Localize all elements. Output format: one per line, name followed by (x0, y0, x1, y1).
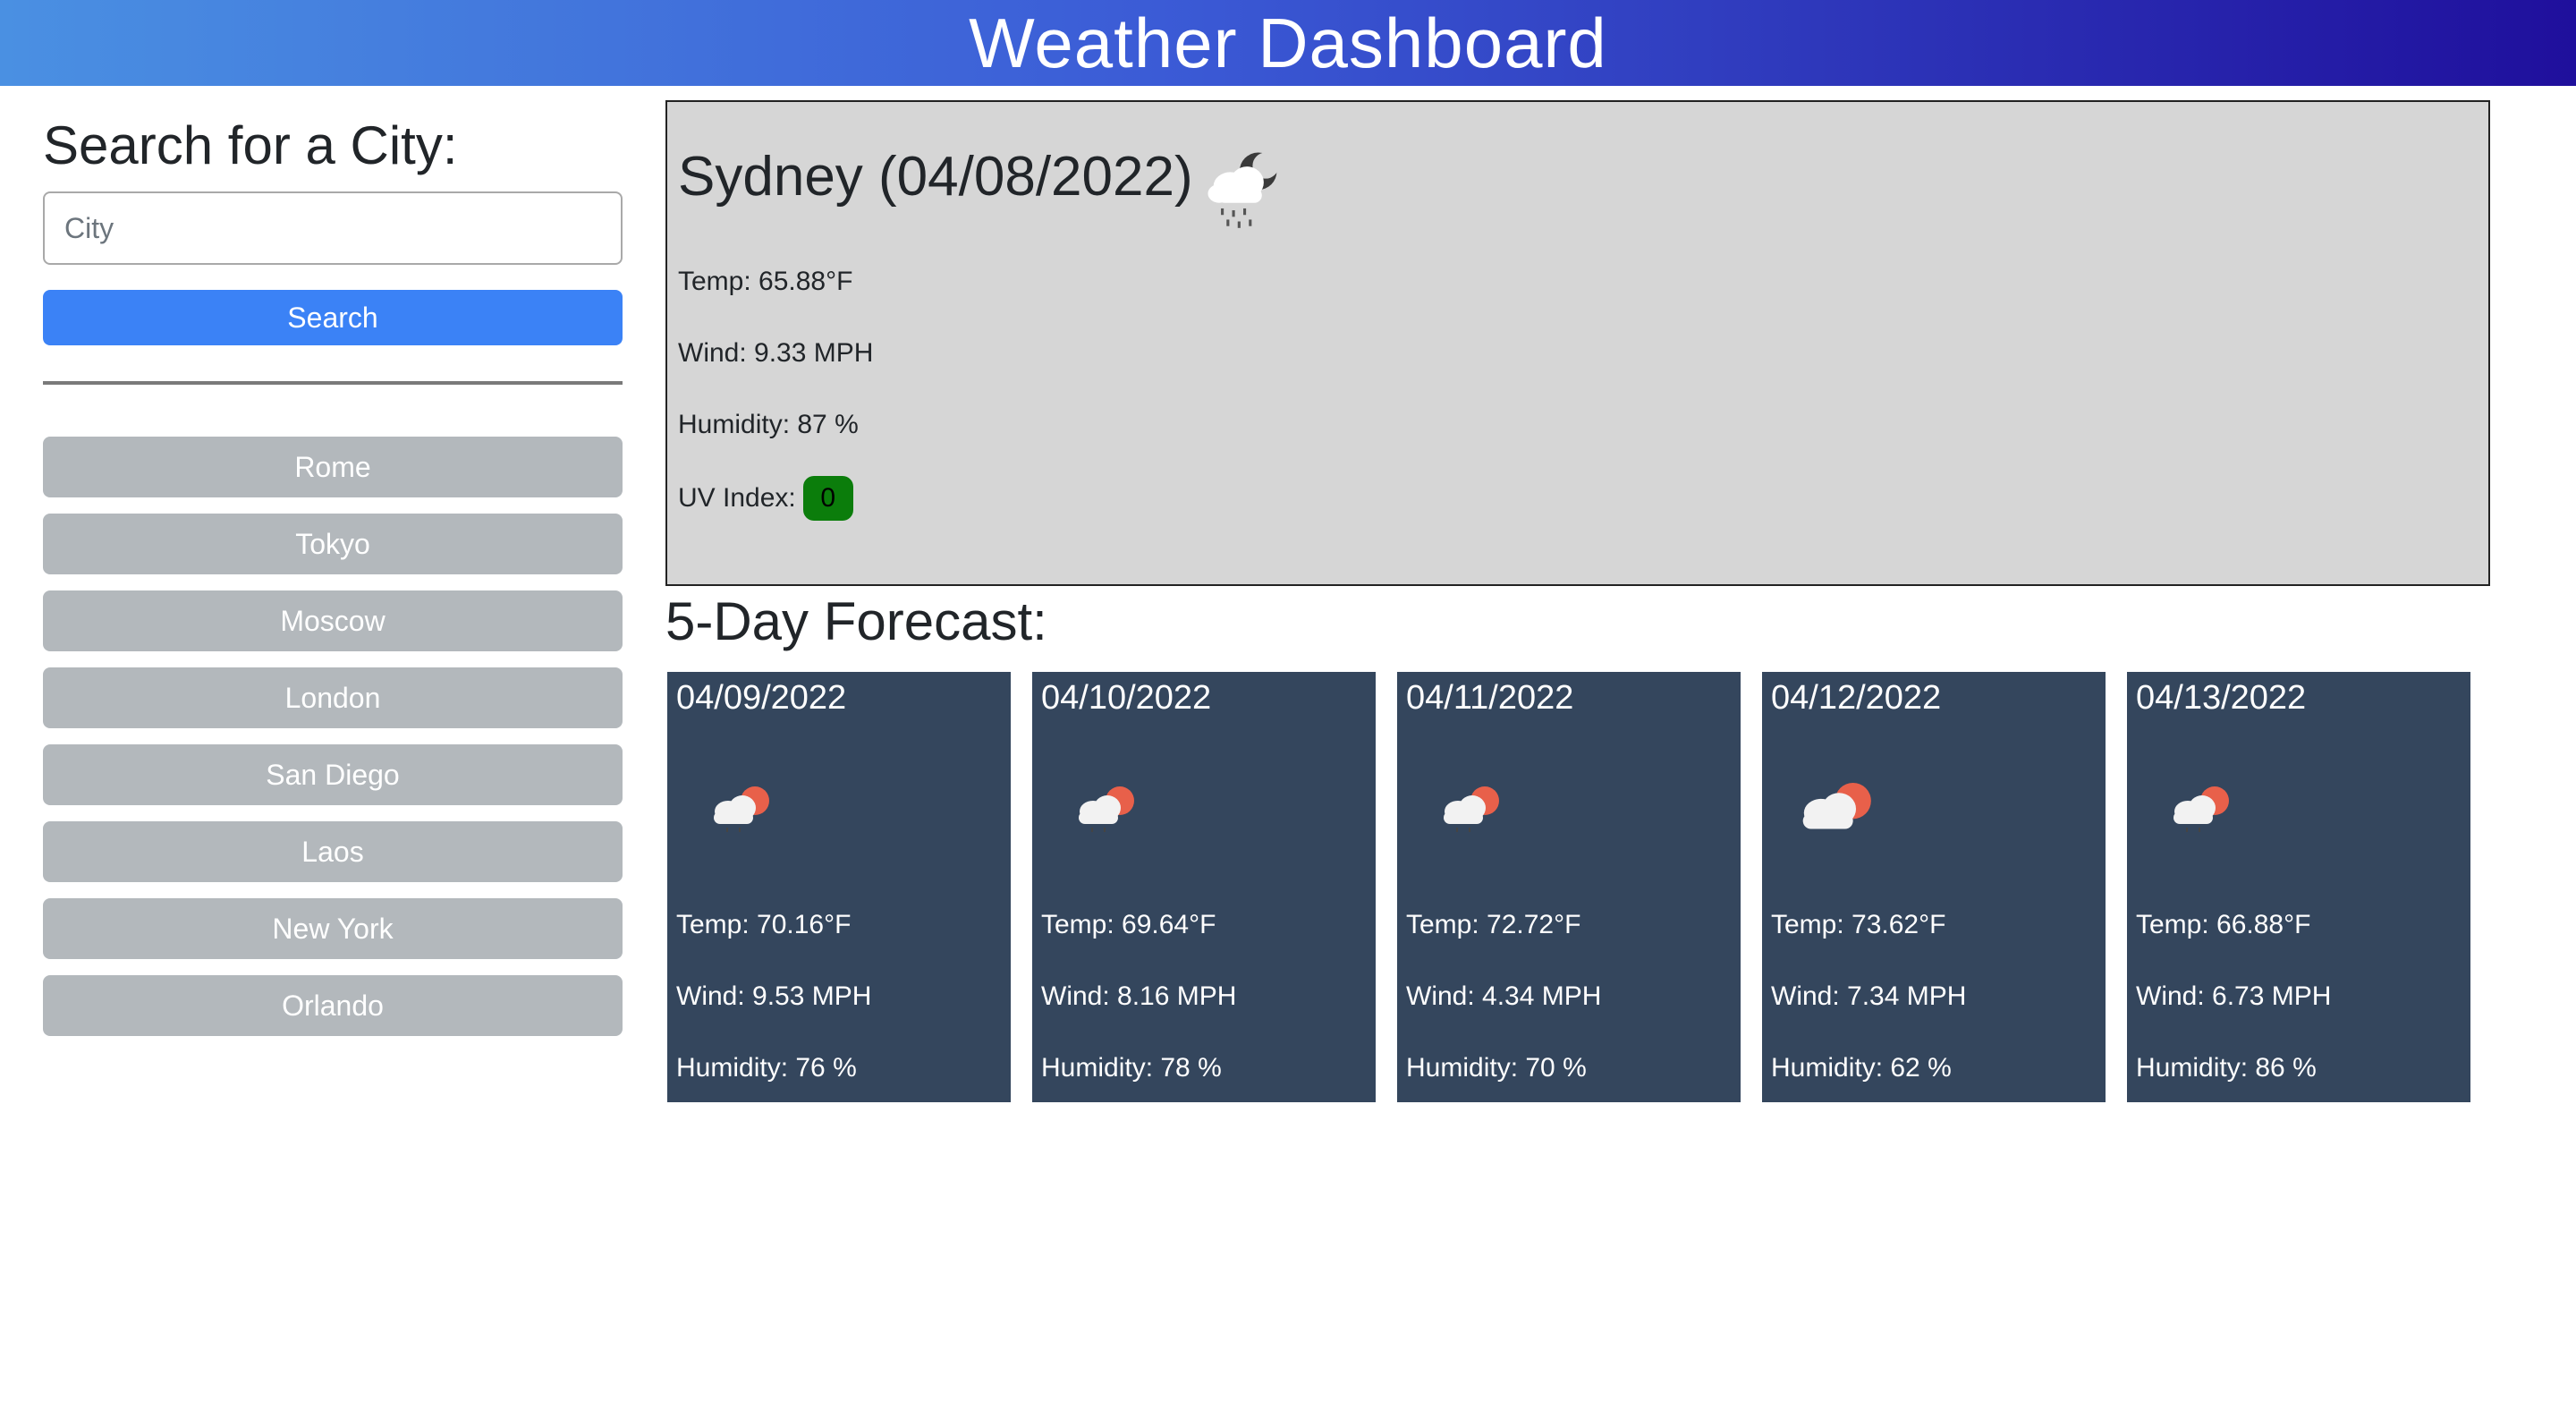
history-item-london[interactable]: London (43, 667, 623, 728)
forecast-humidity: Humidity: 62 % (1771, 1053, 1952, 1083)
forecast-temp: Temp: 66.88°F (2136, 910, 2311, 939)
forecast-temp: Temp: 72.72°F (1406, 910, 1581, 939)
uv-index-row: UV Index: 0 (678, 476, 853, 521)
forecast-cards: 04/09/2022 Temp: 70.16°F Wind: 9.53 MPH … (667, 672, 2470, 1102)
forecast-date: 04/13/2022 (2136, 679, 2307, 717)
forecast-humidity: Humidity: 78 % (1041, 1053, 1222, 1083)
forecast-date: 04/10/2022 (1041, 679, 1212, 717)
uv-index-label: UV Index: (678, 483, 796, 513)
partly-cloudy-rain-icon (2174, 786, 2229, 832)
forecast-date: 04/12/2022 (1771, 679, 1942, 717)
forecast-wind: Wind: 9.53 MPH (676, 981, 872, 1011)
forecast-temp: Temp: 69.64°F (1041, 910, 1216, 939)
forecast-date: 04/09/2022 (676, 679, 847, 717)
current-temp: Temp: 65.88°F (678, 267, 853, 296)
current-wind: Wind: 9.33 MPH (678, 338, 874, 368)
partly-cloudy-icon (1802, 783, 1871, 829)
search-heading: Search for a City: (43, 115, 458, 175)
history-item-tokyo[interactable]: Tokyo (43, 514, 623, 574)
history-item-orlando[interactable]: Orlando (43, 975, 623, 1036)
forecast-wind: Wind: 8.16 MPH (1041, 981, 1237, 1011)
partly-cloudy-rain-icon (714, 786, 769, 832)
history-item-laos[interactable]: Laos (43, 821, 623, 882)
forecast-wind: Wind: 6.73 MPH (2136, 981, 2332, 1011)
forecast-wind: Wind: 7.34 MPH (1771, 981, 1967, 1011)
search-button[interactable]: Search (43, 290, 623, 345)
forecast-card: 04/13/2022 Temp: 66.88°F Wind: 6.73 MPH … (2127, 672, 2470, 1102)
forecast-card: 04/09/2022 Temp: 70.16°F Wind: 9.53 MPH … (667, 672, 1011, 1102)
forecast-wind: Wind: 4.34 MPH (1406, 981, 1602, 1011)
history-item-new-york[interactable]: New York (43, 898, 623, 959)
forecast-temp: Temp: 73.62°F (1771, 910, 1946, 939)
forecast-card: 04/12/2022 Temp: 73.62°F Wind: 7.34 MPH … (1762, 672, 2106, 1102)
partly-cloudy-rain-icon (1079, 786, 1134, 832)
history-item-rome[interactable]: Rome (43, 437, 623, 497)
forecast-card: 04/11/2022 Temp: 72.72°F Wind: 4.34 MPH … (1397, 672, 1741, 1102)
rain-cloud-night-icon (1208, 152, 1279, 228)
forecast-humidity: Humidity: 86 % (2136, 1053, 2317, 1083)
uv-index-badge: 0 (802, 476, 853, 521)
app-header: Weather Dashboard (0, 0, 2576, 86)
forecast-humidity: Humidity: 76 % (676, 1053, 857, 1083)
history-item-san-diego[interactable]: San Diego (43, 744, 623, 805)
page-title: Weather Dashboard (969, 4, 1607, 82)
current-weather-panel: Sydney (04/08/2022) Temp: 65.88°F Wind: … (665, 100, 2490, 586)
forecast-card: 04/10/2022 Temp: 69.64°F Wind: 8.16 MPH … (1032, 672, 1376, 1102)
search-history: Rome Tokyo Moscow London San Diego Laos … (43, 437, 623, 1052)
forecast-heading: 5-Day Forecast: (665, 591, 1047, 651)
forecast-humidity: Humidity: 70 % (1406, 1053, 1587, 1083)
current-humidity: Humidity: 87 % (678, 410, 859, 439)
forecast-temp: Temp: 70.16°F (676, 910, 852, 939)
partly-cloudy-rain-icon (1444, 786, 1499, 832)
city-search-input[interactable] (43, 191, 623, 265)
current-city-title: Sydney (04/08/2022) (678, 146, 1193, 208)
history-item-moscow[interactable]: Moscow (43, 590, 623, 651)
sidebar-divider (43, 381, 623, 385)
forecast-date: 04/11/2022 (1406, 679, 1574, 717)
